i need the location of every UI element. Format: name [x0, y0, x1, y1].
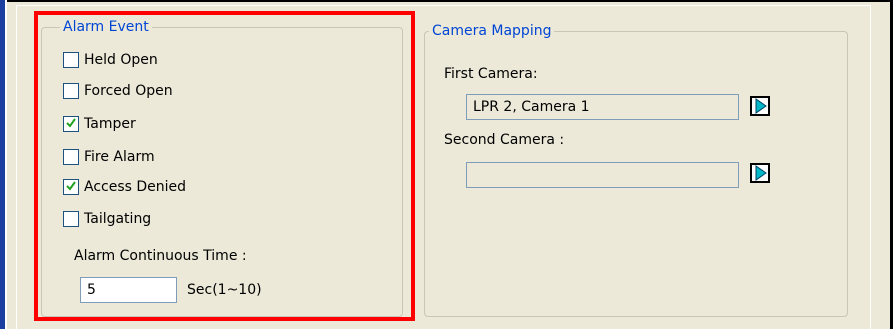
play-arrow-icon: [755, 98, 767, 114]
highlight-box: [34, 11, 415, 321]
second-camera-field[interactable]: [466, 162, 739, 188]
camera-mapping-legend: Camera Mapping: [429, 23, 555, 39]
first-camera-field[interactable]: LPR 2, Camera 1: [466, 94, 739, 120]
first-camera-label: First Camera:: [444, 66, 538, 82]
second-camera-select-button[interactable]: [750, 163, 770, 183]
first-camera-select-button[interactable]: [750, 96, 770, 116]
play-arrow-icon: [755, 165, 767, 181]
second-camera-label: Second Camera :: [444, 132, 565, 148]
